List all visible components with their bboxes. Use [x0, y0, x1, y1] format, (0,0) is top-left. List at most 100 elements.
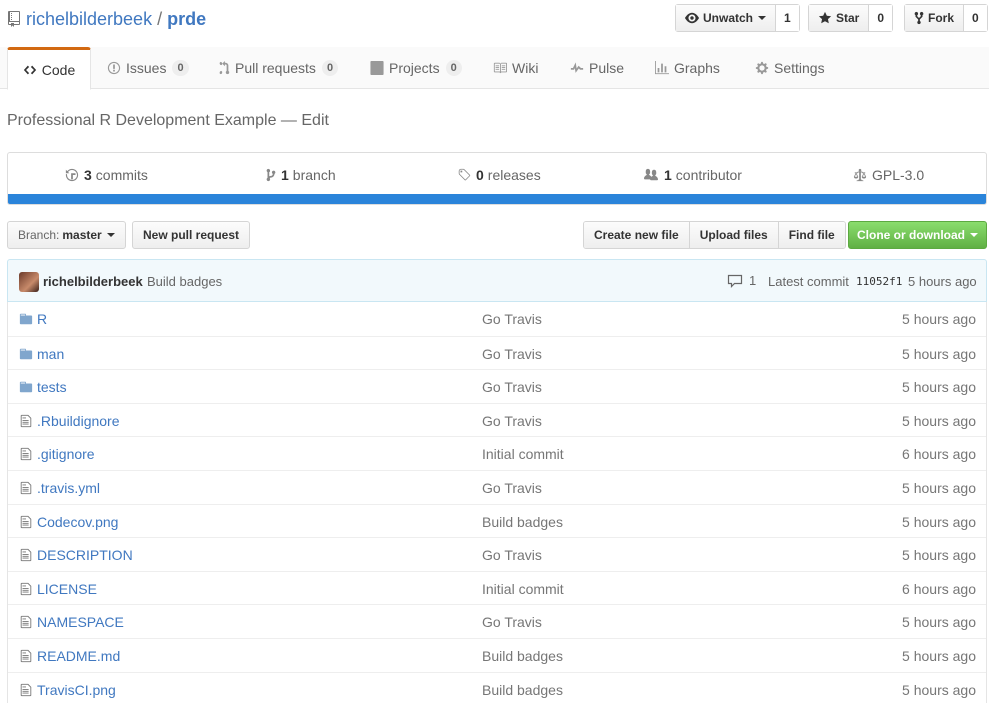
- file-name-link[interactable]: tests: [37, 379, 67, 395]
- file-icon: [20, 481, 32, 495]
- fork-button[interactable]: Fork: [905, 5, 965, 31]
- star-label: Star: [836, 11, 860, 25]
- pulse-icon: [570, 62, 584, 73]
- file-commit-message-link[interactable]: Build badges: [482, 682, 563, 698]
- file-age: 5 hours ago: [902, 412, 976, 429]
- watchers-count[interactable]: 1: [776, 5, 799, 31]
- tab-graphs-label: Graphs: [674, 60, 720, 76]
- releases-count: 0: [476, 167, 484, 183]
- file-name-link[interactable]: .Rbuildignore: [37, 413, 120, 429]
- star-icon: [818, 11, 832, 24]
- chevron-down-icon: [758, 16, 767, 20]
- releases-link[interactable]: 0 releases: [457, 153, 541, 197]
- chevron-down-icon: [970, 233, 978, 237]
- commit-author-link[interactable]: richelbilderbeek: [43, 274, 143, 289]
- project-icon: [370, 61, 384, 75]
- file-age: 5 hours ago: [902, 681, 976, 698]
- commits-link[interactable]: 3 commits: [65, 153, 148, 197]
- repo-name-link[interactable]: prde: [167, 9, 206, 30]
- file-row: TravisCI.png Build badges 5 hours ago: [8, 671, 986, 703]
- contributors-link[interactable]: 1 contributor: [643, 153, 742, 197]
- file-icon: [20, 414, 32, 427]
- releases-label: releases: [487, 167, 541, 183]
- upload-files-button[interactable]: Upload files: [689, 222, 779, 248]
- file-commit-message-link[interactable]: Initial commit: [482, 446, 564, 462]
- file-age: 5 hours ago: [902, 513, 976, 530]
- fork-group: Fork 0: [904, 4, 988, 32]
- file-row: Codecov.png Build badges 5 hours ago: [8, 503, 986, 538]
- file-name-link[interactable]: DESCRIPTION: [37, 547, 133, 563]
- tab-wiki[interactable]: Wiki: [493, 47, 538, 89]
- branches-label: branch: [292, 167, 336, 183]
- commit-time: 5 hours ago: [908, 274, 977, 289]
- unwatch-button[interactable]: Unwatch: [676, 5, 777, 31]
- file-name-link[interactable]: TravisCI.png: [37, 682, 116, 698]
- history-icon: [65, 168, 79, 182]
- file-age: 6 hours ago: [902, 580, 976, 597]
- file-commit-message-link[interactable]: Go Travis: [482, 480, 542, 496]
- file-row: .Rbuildignore Go Travis 5 hours ago: [8, 402, 986, 437]
- file-name-link[interactable]: R: [37, 311, 47, 327]
- stargazers-count[interactable]: 0: [869, 5, 893, 31]
- clone-or-download-button[interactable]: Clone or download: [848, 221, 987, 249]
- file-name-link[interactable]: man: [37, 346, 64, 362]
- file-name-link[interactable]: LICENSE: [37, 581, 97, 597]
- branch-select-label: Branch:: [18, 228, 60, 242]
- latest-commit-label: Latest commit: [768, 274, 849, 289]
- eye-icon: [685, 12, 699, 24]
- law-icon: [853, 168, 867, 182]
- forks-count[interactable]: 0: [964, 5, 987, 31]
- commit-sha-link[interactable]: 11052f1: [856, 275, 902, 288]
- file-age: 5 hours ago: [902, 647, 976, 664]
- repo-owner-link[interactable]: richelbilderbeek: [26, 9, 152, 30]
- file-commit-message-link[interactable]: Go Travis: [482, 346, 542, 362]
- file-commit-message-link[interactable]: Build badges: [482, 648, 563, 664]
- commit-comments-link[interactable]: 1: [727, 273, 756, 288]
- file-commit-message-link[interactable]: Go Travis: [482, 379, 542, 395]
- tab-graphs[interactable]: Graphs: [655, 47, 720, 89]
- branches-link[interactable]: 1 branch: [266, 153, 336, 197]
- language-bar[interactable]: [8, 194, 986, 204]
- tab-projects[interactable]: Projects 0: [370, 47, 462, 89]
- tab-code[interactable]: Code: [7, 47, 91, 90]
- avatar[interactable]: [19, 272, 39, 292]
- file-age: 5 hours ago: [902, 614, 976, 631]
- file-row: man Go Travis 5 hours ago: [8, 335, 986, 370]
- file-commit-message-link[interactable]: Build badges: [482, 514, 563, 530]
- file-age: 5 hours ago: [902, 345, 976, 362]
- file-commit-message-link[interactable]: Go Travis: [482, 547, 542, 563]
- license-link[interactable]: GPL-3.0: [853, 153, 924, 197]
- tab-pull-requests[interactable]: Pull requests 0: [218, 47, 339, 89]
- edit-description-button[interactable]: Edit: [301, 112, 329, 129]
- file-name-link[interactable]: README.md: [37, 648, 120, 664]
- file-commit-message-link[interactable]: Go Travis: [482, 413, 542, 429]
- comment-icon: [727, 274, 743, 288]
- create-new-file-button[interactable]: Create new file: [584, 222, 690, 248]
- tab-issues[interactable]: Issues 0: [107, 47, 189, 89]
- file-name-link[interactable]: NAMESPACE: [37, 614, 124, 630]
- repo-nav: Code Issues 0 Pull requests 0 Projects 0…: [0, 47, 989, 90]
- tab-settings[interactable]: Settings: [755, 47, 825, 89]
- file-icon: [20, 549, 32, 562]
- star-button[interactable]: Star: [809, 5, 870, 31]
- tag-icon: [458, 168, 471, 181]
- file-name-link[interactable]: .travis.yml: [37, 480, 100, 496]
- file-row: tests Go Travis 5 hours ago: [8, 369, 986, 403]
- file-commit-message-link[interactable]: Initial commit: [482, 581, 564, 597]
- tab-issues-label: Issues: [126, 60, 167, 76]
- find-file-button[interactable]: Find file: [778, 222, 845, 248]
- commit-message-link[interactable]: Build badges: [147, 274, 222, 289]
- branch-select-button[interactable]: Branch: master: [7, 221, 126, 249]
- tab-pulse[interactable]: Pulse: [570, 47, 624, 89]
- projects-counter: 0: [445, 60, 462, 76]
- new-pull-request-button[interactable]: New pull request: [132, 221, 251, 249]
- tab-pull-requests-label: Pull requests: [235, 60, 316, 76]
- file-commit-message-link[interactable]: Go Travis: [482, 614, 542, 630]
- file-row: .gitignore Initial commit 6 hours ago: [8, 436, 986, 470]
- file-name-link[interactable]: .gitignore: [37, 446, 95, 462]
- clone-label: Clone or download: [857, 228, 965, 242]
- file-name-link[interactable]: Codecov.png: [37, 514, 118, 530]
- file-icon: [20, 582, 32, 595]
- file-commit-message-link[interactable]: Go Travis: [482, 311, 542, 327]
- branches-count: 1: [281, 167, 289, 183]
